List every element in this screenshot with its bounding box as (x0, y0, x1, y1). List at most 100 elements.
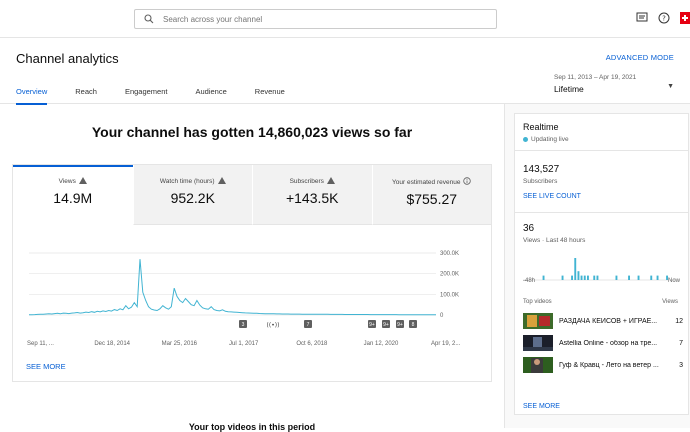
views-headline: Your channel has gotten 14,860,023 views… (91, 124, 413, 140)
svg-text:8: 8 (412, 322, 415, 328)
tab-reach[interactable]: Reach (75, 84, 97, 105)
realtime-card: Realtime Updating live 143,527 Subscribe… (514, 113, 689, 415)
subscriber-label: Subscribers (523, 178, 558, 185)
page-header: Channel analytics ADVANCED MODE Overview… (0, 38, 690, 105)
account-avatar-icon[interactable] (680, 11, 690, 29)
x-tick-label: Jul 1, 2017 (229, 341, 259, 347)
metric-label: Subscribers (289, 178, 324, 185)
realtime-views-label: Views · Last 48 hours (523, 237, 586, 244)
chart-marker: 9+ (368, 320, 376, 328)
date-range-text: Sep 11, 2013 – Apr 19, 2021 (554, 74, 637, 81)
x-tick-label: Sep 11, ... (27, 341, 54, 347)
see-live-count-button[interactable]: SEE LIVE COUNT (523, 193, 581, 200)
metric-value: 14.9M (53, 190, 93, 206)
y-tick-label: 300.0K (440, 251, 459, 257)
realtime-bar (571, 275, 573, 280)
x-tick-label: Jan 12, 2020 (364, 341, 399, 347)
views-chart: 300.0K 200.0K 100.0K 0 3 ((•)) 7 9+ 9+ 9+ 8 Sep 11,… (27, 251, 461, 347)
chart-marker: 3 (239, 320, 247, 328)
video-views: 7 (679, 339, 683, 347)
y-tick-label: 100.0K (440, 292, 459, 298)
metric-views[interactable]: Views 14.9M (13, 165, 133, 225)
chart-marker: ((•)) (267, 322, 280, 329)
realtime-bar (577, 271, 580, 280)
date-range-picker[interactable]: Sep 11, 2013 – Apr 19, 2021 Lifetime ▼ (554, 74, 674, 94)
metric-label: Your estimated revenue (392, 178, 461, 186)
metric-value: +143.5K (285, 190, 339, 206)
tab-audience[interactable]: Audience (196, 84, 227, 105)
axis-end-label: Now (667, 278, 680, 284)
realtime-views: 36 (523, 223, 535, 234)
svg-text:7: 7 (307, 322, 310, 328)
warning-icon (217, 177, 226, 186)
x-tick-label: Oct 6, 2018 (296, 341, 328, 347)
help-icon[interactable]: ? (658, 11, 670, 29)
list-item[interactable]: Astellia Online - обзор на тре... 7 (523, 335, 683, 351)
live-dot-icon (523, 137, 528, 142)
y-tick-label: 0 (440, 313, 444, 319)
chart-marker: 8 (409, 320, 417, 328)
metric-revenue[interactable]: Your estimated revenue $755.27 (371, 165, 491, 225)
realtime-bar (596, 275, 599, 280)
realtime-bar (574, 258, 577, 280)
realtime-see-more-button[interactable]: SEE MORE (523, 403, 560, 410)
list-item[interactable]: РАЗДАЧА КЕЙСОВ + ИГРАЕ... 12 (523, 313, 683, 329)
video-title: РАЗДАЧА КЕЙСОВ + ИГРАЕ... (559, 317, 658, 325)
live-status-text: Updating live (531, 136, 569, 143)
video-views: 12 (675, 317, 683, 325)
metric-value: $755.27 (406, 191, 458, 207)
realtime-bar (561, 275, 564, 280)
realtime-bar (587, 275, 589, 280)
divider (515, 150, 688, 151)
video-thumbnail (523, 335, 553, 351)
metric-watch-time[interactable]: Watch time (hours) 952.2K (132, 165, 252, 225)
svg-text:3: 3 (242, 322, 245, 328)
metric-value: 952.2K (170, 190, 215, 206)
top-videos-header: Top videos Views (523, 299, 678, 305)
search-box[interactable] (134, 9, 497, 29)
top-videos-label: Top videos (523, 299, 552, 305)
realtime-bar-chart (523, 258, 675, 281)
divider (515, 212, 688, 213)
metric-subscribers[interactable]: Subscribers +143.5K (252, 165, 372, 225)
tab-overview[interactable]: Overview (16, 84, 48, 105)
search-input[interactable] (163, 14, 483, 24)
x-tick-label: Mar 25, 2016 (162, 341, 198, 347)
chart-marker: 9+ (396, 320, 404, 328)
x-tick-label: Apr 19, 2... (431, 341, 461, 347)
metric-label: Views (58, 178, 76, 185)
axis-start-label: -48h (523, 278, 536, 284)
tab-revenue[interactable]: Revenue (255, 84, 285, 105)
list-item[interactable]: Гуф & Кравц - Лето на ветер ... 3 (523, 357, 683, 373)
top-bar: ? (0, 0, 690, 38)
chevron-down-icon: ▼ (667, 83, 674, 90)
y-tick-label: 200.0K (440, 272, 459, 278)
right-sidebar: Realtime Updating live 143,527 Subscribe… (504, 104, 690, 428)
realtime-bar (593, 275, 596, 280)
live-status: Updating live (523, 136, 569, 143)
realtime-title: Realtime (523, 122, 559, 132)
tab-bar: Overview Reach Engagement Audience Reven… (0, 84, 297, 105)
realtime-bar (583, 275, 586, 280)
video-thumbnail (523, 357, 553, 373)
views-series-line (28, 259, 436, 316)
video-thumbnail (523, 313, 553, 329)
svg-text:9+: 9+ (383, 322, 389, 328)
svg-text:9+: 9+ (369, 322, 375, 328)
feedback-icon[interactable] (636, 11, 648, 29)
realtime-bar (542, 275, 545, 280)
date-range-label: Lifetime (554, 84, 584, 94)
advanced-mode-button[interactable]: ADVANCED MODE (606, 53, 674, 62)
svg-text:9+: 9+ (397, 322, 403, 328)
realtime-bar (650, 275, 653, 280)
tab-engagement[interactable]: Engagement (125, 84, 168, 105)
realtime-bar (628, 275, 630, 280)
video-views: 3 (679, 361, 683, 369)
realtime-bar (615, 275, 618, 280)
realtime-bar (656, 275, 659, 280)
video-title: Гуф & Кравц - Лето на ветер ... (559, 361, 659, 369)
realtime-bar (637, 275, 640, 280)
views-column-label: Views (662, 299, 678, 305)
see-more-button[interactable]: SEE MORE (26, 362, 66, 371)
warning-icon (326, 177, 335, 186)
